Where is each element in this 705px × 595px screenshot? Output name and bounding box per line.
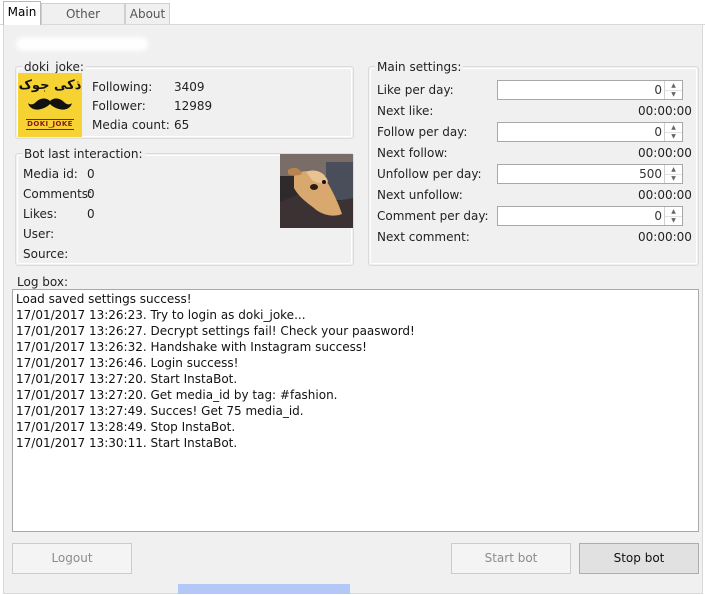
stop-bot-button[interactable]: Stop bot [579, 543, 699, 574]
like-per-day-value[interactable]: 0 [654, 82, 662, 98]
follower-label: Follower: [92, 99, 146, 113]
media-id-label: Media id: [23, 167, 78, 181]
user-label: User: [23, 227, 55, 241]
log-line: Load saved settings success! [16, 292, 192, 306]
following-value: 3409 [174, 80, 205, 94]
logout-button[interactable]: Logout [12, 543, 132, 574]
next-like-label: Next like: [377, 104, 434, 118]
comment-per-day-value[interactable]: 0 [654, 208, 662, 224]
log-line: 17/01/2017 13:26:32. Handshake with Inst… [16, 340, 367, 354]
next-unfollow-value: 00:00:00 [638, 188, 692, 202]
tab-other-settings[interactable]: Other settings [41, 3, 125, 41]
tab-about[interactable]: About [125, 3, 170, 24]
spinner-down-arrow-icon[interactable]: ▼ [665, 216, 682, 225]
like-per-day-label: Like per day: [377, 83, 454, 97]
next-unfollow-label: Next unfollow: [377, 188, 463, 202]
log-line: 17/01/2017 13:27:49. Succes! Get 75 medi… [16, 404, 304, 418]
follow-per-day-label: Follow per day: [377, 125, 468, 139]
next-follow-label: Next follow: [377, 146, 448, 160]
next-comment-label: Next comment: [377, 230, 470, 244]
main-settings-legend: Main settings: [375, 59, 464, 75]
likes-label: Likes: [23, 207, 58, 221]
tab-bar: Main Other settings About [0, 0, 705, 41]
unfollow-per-day-spinner[interactable]: 500 ▲ ▼ [497, 164, 683, 184]
unfollow-per-day-value[interactable]: 500 [639, 166, 662, 182]
comments-value: 0 [87, 187, 95, 201]
log-line: 17/01/2017 13:26:23. Try to login as dok… [16, 308, 306, 322]
media-count-label: Media count: [92, 118, 170, 132]
follow-per-day-spinner[interactable]: 0 ▲ ▼ [497, 122, 683, 142]
dog-photo-image [280, 154, 353, 228]
log-line: 17/01/2017 13:27:20. Get media_id by tag… [16, 388, 338, 402]
start-bot-button[interactable]: Start bot [451, 543, 571, 574]
comment-per-day-spinner[interactable]: 0 ▲ ▼ [497, 206, 683, 226]
log-line: 17/01/2017 13:30:11. Start InstaBot. [16, 436, 238, 450]
log-box[interactable]: Load saved settings success! 17/01/2017 … [12, 289, 699, 532]
spinner-down-arrow-icon[interactable]: ▼ [665, 90, 682, 99]
tab-main[interactable]: Main [3, 1, 41, 25]
follow-per-day-value[interactable]: 0 [654, 124, 662, 140]
log-line: 17/01/2017 13:26:46. Login success! [16, 356, 239, 370]
log-box-label: Log box: [17, 275, 68, 289]
spinner-down-arrow-icon[interactable]: ▼ [665, 132, 682, 141]
comment-per-day-label: Comment per day: [377, 209, 489, 223]
next-comment-value: 00:00:00 [638, 230, 692, 244]
redacted-title [16, 37, 148, 51]
avatar-tag-text: DOKI_JOKE [26, 119, 74, 130]
mustache-icon [28, 98, 72, 110]
like-per-day-spinner[interactable]: 0 ▲ ▼ [497, 80, 683, 100]
log-line: 17/01/2017 13:27:20. Start InstaBot. [16, 372, 238, 386]
avatar: ذکی جوک DOKI_JOKE [18, 73, 82, 137]
media-id-value: 0 [87, 167, 95, 181]
spinner-down-arrow-icon[interactable]: ▼ [665, 174, 682, 183]
interaction-legend: Bot last interaction: [22, 146, 145, 162]
avatar-arabic-text: ذکی جوک [18, 78, 82, 93]
progress-bar [178, 584, 350, 594]
log-line: 17/01/2017 13:28:49. Stop InstaBot. [16, 420, 236, 434]
next-like-value: 00:00:00 [638, 104, 692, 118]
follower-value: 12989 [174, 99, 213, 113]
unfollow-per-day-label: Unfollow per day: [377, 167, 482, 181]
source-label: Source: [23, 247, 69, 261]
next-follow-value: 00:00:00 [638, 146, 692, 160]
comments-label: Comments: [23, 187, 93, 201]
media-count-value: 65 [174, 118, 190, 132]
following-label: Following: [92, 80, 153, 94]
media-thumbnail [280, 154, 353, 228]
log-line: 17/01/2017 13:26:27. Decrypt settings fa… [16, 324, 415, 338]
likes-value: 0 [87, 207, 95, 221]
